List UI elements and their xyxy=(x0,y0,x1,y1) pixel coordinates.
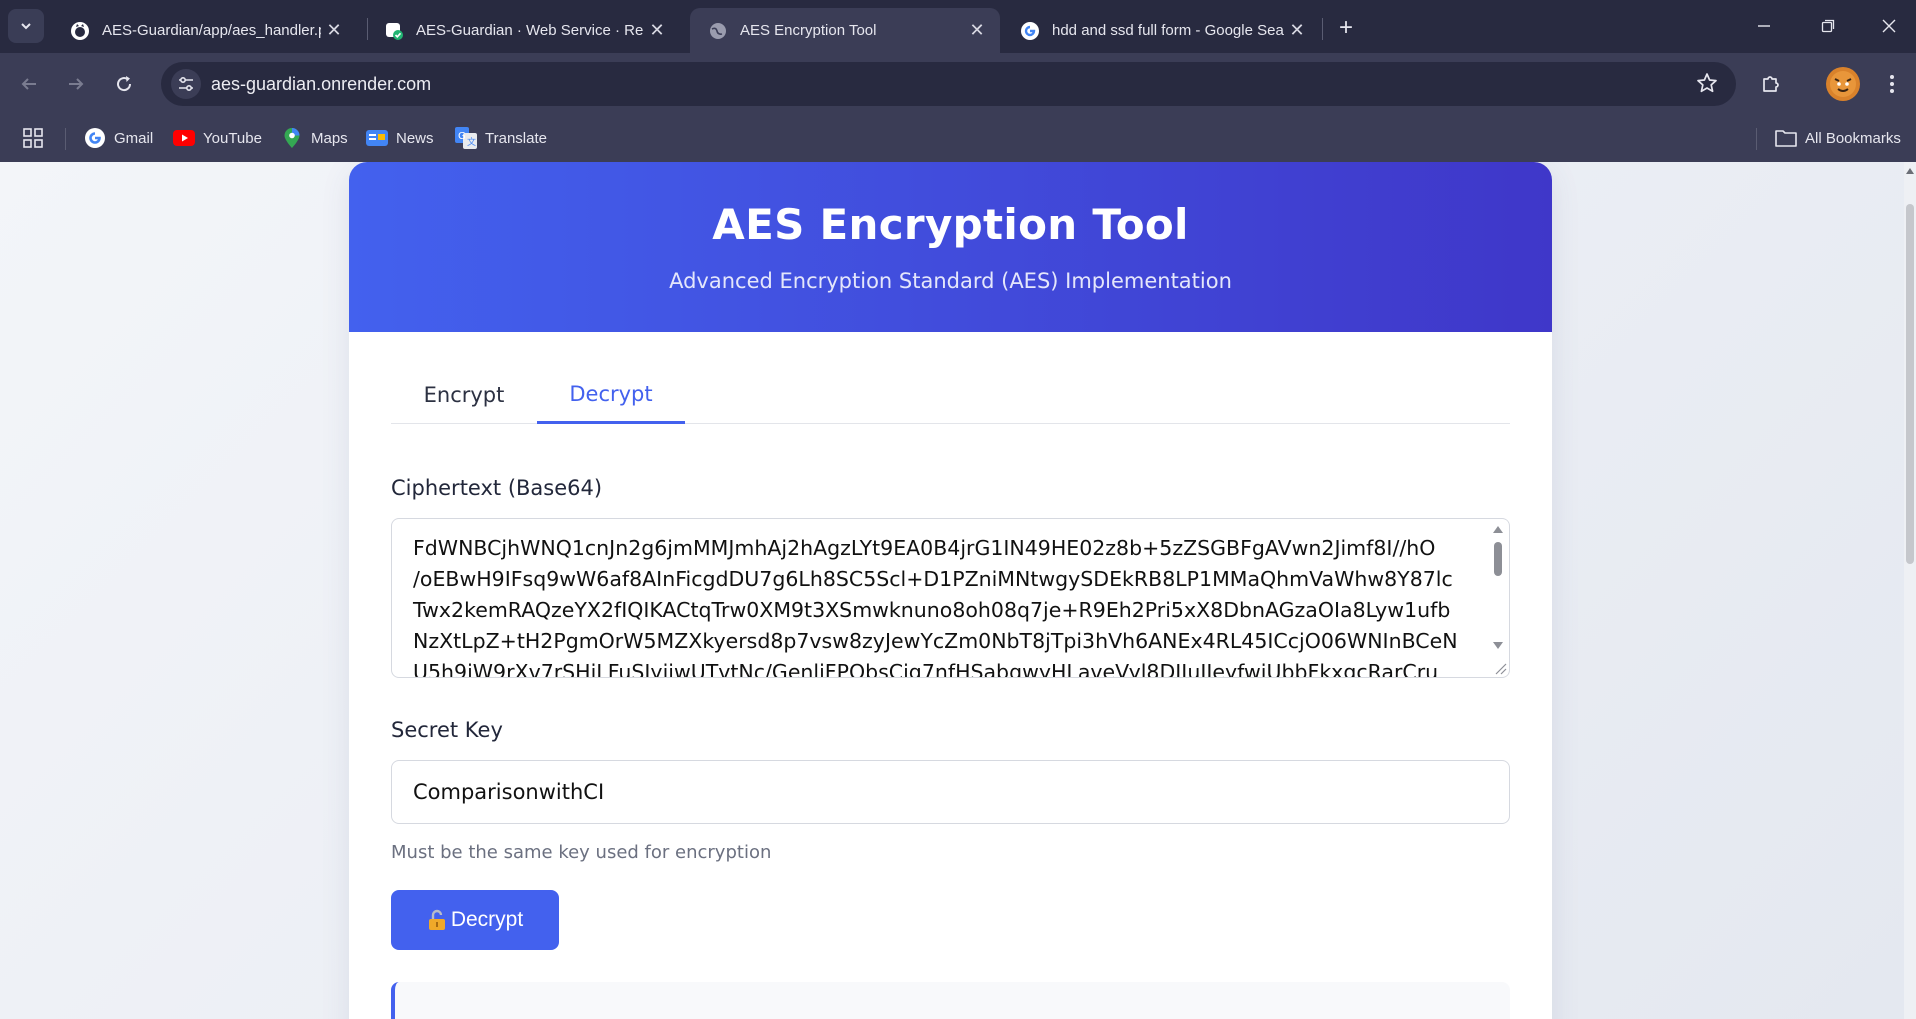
svg-text:G: G xyxy=(458,131,466,142)
page-scrollbar[interactable] xyxy=(1904,162,1916,1019)
secret-key-hint: Must be the same key used for encryption xyxy=(391,842,772,863)
tiger-avatar-icon xyxy=(1830,71,1856,97)
bookmark-news[interactable]: News xyxy=(366,124,434,152)
address-bar[interactable]: aes-guardian.onrender.com xyxy=(161,62,1736,106)
page-header: AES Encryption Tool Advanced Encryption … xyxy=(349,162,1552,332)
youtube-icon xyxy=(173,127,195,149)
plus-icon: + xyxy=(1338,14,1353,41)
bookmark-label: Maps xyxy=(311,129,348,147)
close-tab-icon[interactable]: ✕ xyxy=(1284,18,1310,44)
folder-icon xyxy=(1775,127,1797,149)
all-bookmarks-button[interactable]: All Bookmarks xyxy=(1775,124,1901,152)
tab-title: AES-Guardian/app/aes_handler.py xyxy=(102,22,321,39)
bookmark-label: News xyxy=(396,129,434,147)
bookmark-label: YouTube xyxy=(203,129,262,147)
new-tab-button[interactable]: + xyxy=(1330,12,1362,44)
tab-decrypt[interactable]: Decrypt xyxy=(537,366,685,424)
browser-menu-button[interactable] xyxy=(1875,67,1909,101)
site-info-button[interactable] xyxy=(171,69,201,99)
forward-button[interactable] xyxy=(59,67,93,101)
browser-tab-aes-tool[interactable]: AES Encryption Tool ✕ xyxy=(690,8,1000,53)
secret-key-value: ComparisonwithCI xyxy=(413,780,605,804)
minimize-icon xyxy=(1758,25,1770,27)
render-icon xyxy=(384,21,404,41)
translate-icon: G文 xyxy=(455,127,477,149)
globe-icon xyxy=(708,21,728,41)
bookmarks-bar: Gmail YouTube Maps News G文 Translate All… xyxy=(0,114,1916,162)
secret-key-label: Secret Key xyxy=(391,718,503,742)
tab-title: AES Encryption Tool xyxy=(740,22,877,39)
close-tab-icon[interactable]: ✕ xyxy=(644,18,670,44)
tab-encrypt[interactable]: Encrypt xyxy=(391,366,537,424)
scroll-thumb[interactable] xyxy=(1494,542,1502,576)
scroll-down-arrow-icon[interactable] xyxy=(1493,642,1503,649)
google-icon xyxy=(84,127,106,149)
browser-tab-github[interactable]: AES-Guardian/app/aes_handler.py ✕ xyxy=(52,8,357,53)
page-title: AES Encryption Tool xyxy=(712,200,1189,249)
page-subtitle: Advanced Encryption Standard (AES) Imple… xyxy=(669,269,1232,293)
google-icon xyxy=(1020,21,1040,41)
bookmark-maps[interactable]: Maps xyxy=(281,124,348,152)
puzzle-icon xyxy=(1763,76,1779,92)
bookmark-label: Gmail xyxy=(114,129,154,147)
browser-tab-strip: AES-Guardian/app/aes_handler.py ✕ AES-Gu… xyxy=(0,0,1916,53)
ciphertext-value: FdWNBCjhWNQ1cnJn2g6jmMMJmhAj2hAgzLYt9EA0… xyxy=(413,536,1458,678)
apps-grid-icon xyxy=(23,128,43,148)
reload-button[interactable] xyxy=(107,67,141,101)
textarea-scrollbar[interactable] xyxy=(1488,520,1508,676)
apps-button[interactable] xyxy=(22,124,44,152)
tab-divider xyxy=(1322,18,1323,40)
secret-key-input[interactable]: ComparisonwithCI xyxy=(391,760,1510,824)
url-text: aes-guardian.onrender.com xyxy=(211,74,432,94)
browser-tab-google-search[interactable]: hdd and ssd full form - Google Search ✕ xyxy=(1002,8,1320,53)
bookmark-divider xyxy=(1756,128,1757,150)
profile-avatar[interactable] xyxy=(1826,67,1860,101)
maps-icon xyxy=(281,127,303,149)
minimize-button[interactable] xyxy=(1741,10,1787,42)
bookmark-gmail[interactable]: Gmail xyxy=(84,124,153,152)
scroll-up-arrow-icon[interactable] xyxy=(1906,168,1914,174)
browser-toolbar: aes-guardian.onrender.com xyxy=(0,53,1916,114)
scroll-up-arrow-icon[interactable] xyxy=(1493,526,1503,533)
tool-card: AES Encryption Tool Advanced Encryption … xyxy=(349,162,1552,1019)
news-icon xyxy=(366,127,388,149)
bookmark-label: Translate xyxy=(485,129,547,147)
svg-text:文: 文 xyxy=(467,136,476,148)
chevron-down-icon xyxy=(21,23,31,30)
unlocked-padlock-icon xyxy=(427,909,447,931)
arrow-right-icon xyxy=(69,78,84,90)
ciphertext-textarea[interactable]: FdWNBCjhWNQ1cnJn2g6jmMMJmhAj2hAgzLYt9EA0… xyxy=(391,518,1510,678)
mode-tabs: Encrypt Decrypt xyxy=(391,366,1510,424)
extensions-button[interactable] xyxy=(1754,67,1788,101)
restore-icon xyxy=(1821,19,1835,33)
all-bookmarks-label: All Bookmarks xyxy=(1805,129,1901,147)
close-tab-icon[interactable]: ✕ xyxy=(321,18,347,44)
kebab-menu-icon xyxy=(1890,75,1894,93)
tune-icon xyxy=(179,76,193,92)
close-icon xyxy=(1882,19,1896,33)
browser-tab-render[interactable]: AES-Guardian · Web Service · Render ✕ xyxy=(366,8,680,53)
close-window-button[interactable] xyxy=(1866,10,1912,42)
bookmark-divider xyxy=(65,128,66,150)
close-tab-icon[interactable]: ✕ xyxy=(964,18,990,44)
back-button[interactable] xyxy=(12,67,46,101)
restore-button[interactable] xyxy=(1805,10,1851,42)
bookmark-youtube[interactable]: YouTube xyxy=(173,124,262,152)
reload-icon xyxy=(117,76,132,92)
resize-handle-icon[interactable] xyxy=(1490,658,1508,676)
result-panel xyxy=(391,982,1510,1019)
bookmark-translate[interactable]: G文 Translate xyxy=(455,124,547,152)
bookmark-star-icon[interactable] xyxy=(1696,72,1718,99)
decrypt-button[interactable]: Decrypt xyxy=(391,890,559,950)
page-viewport: AES Encryption Tool Advanced Encryption … xyxy=(0,162,1916,1019)
tab-search-button[interactable] xyxy=(8,9,44,43)
tab-title: hdd and ssd full form - Google Search xyxy=(1052,22,1284,39)
github-icon xyxy=(70,21,90,41)
arrow-left-icon xyxy=(21,78,36,90)
ciphertext-label: Ciphertext (Base64) xyxy=(391,476,603,500)
page-scroll-thumb[interactable] xyxy=(1906,204,1914,564)
tab-title: AES-Guardian · Web Service · Render xyxy=(416,22,644,39)
decrypt-button-label: Decrypt xyxy=(450,908,524,931)
